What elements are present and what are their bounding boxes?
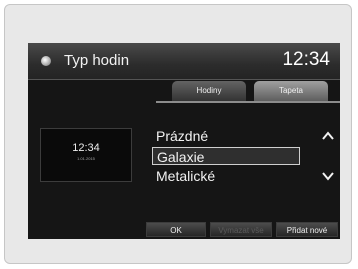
chevron-up-icon[interactable] xyxy=(322,131,334,141)
ok-button[interactable]: OK xyxy=(146,222,206,237)
chevron-down-icon[interactable] xyxy=(322,171,334,181)
clock-preview: 12:34 1.01.2015 xyxy=(40,128,132,182)
list-item-metallic[interactable]: Metalické xyxy=(152,167,300,185)
title-bar: Typ hodin 12:34 xyxy=(28,43,340,80)
display-screen: Typ hodin 12:34 Hodiny Tapeta 12:34 1.01… xyxy=(28,43,340,239)
tab-underline xyxy=(156,101,340,103)
page-title: Typ hodin xyxy=(64,52,130,69)
list-item-galaxy[interactable]: Galaxie xyxy=(152,147,300,165)
tab-bar: Hodiny Tapeta xyxy=(164,81,340,101)
tab-clock[interactable]: Hodiny xyxy=(172,81,246,101)
preview-time: 12:34 xyxy=(72,142,100,154)
status-clock: 12:34 xyxy=(282,49,330,70)
bottom-button-bar: OK Vymazat vše Přidat nové xyxy=(28,219,340,239)
add-new-button[interactable]: Přidat nové xyxy=(276,222,338,237)
preview-date: 1.01.2015 xyxy=(77,156,95,161)
clear-all-button[interactable]: Vymazat vše xyxy=(210,222,272,237)
tab-wallpaper[interactable]: Tapeta xyxy=(254,81,328,101)
figure-frame: Typ hodin 12:34 Hodiny Tapeta 12:34 1.01… xyxy=(4,4,352,264)
menu-dot-icon[interactable] xyxy=(41,56,51,66)
list-item-blank[interactable]: Prázdné xyxy=(152,127,300,145)
